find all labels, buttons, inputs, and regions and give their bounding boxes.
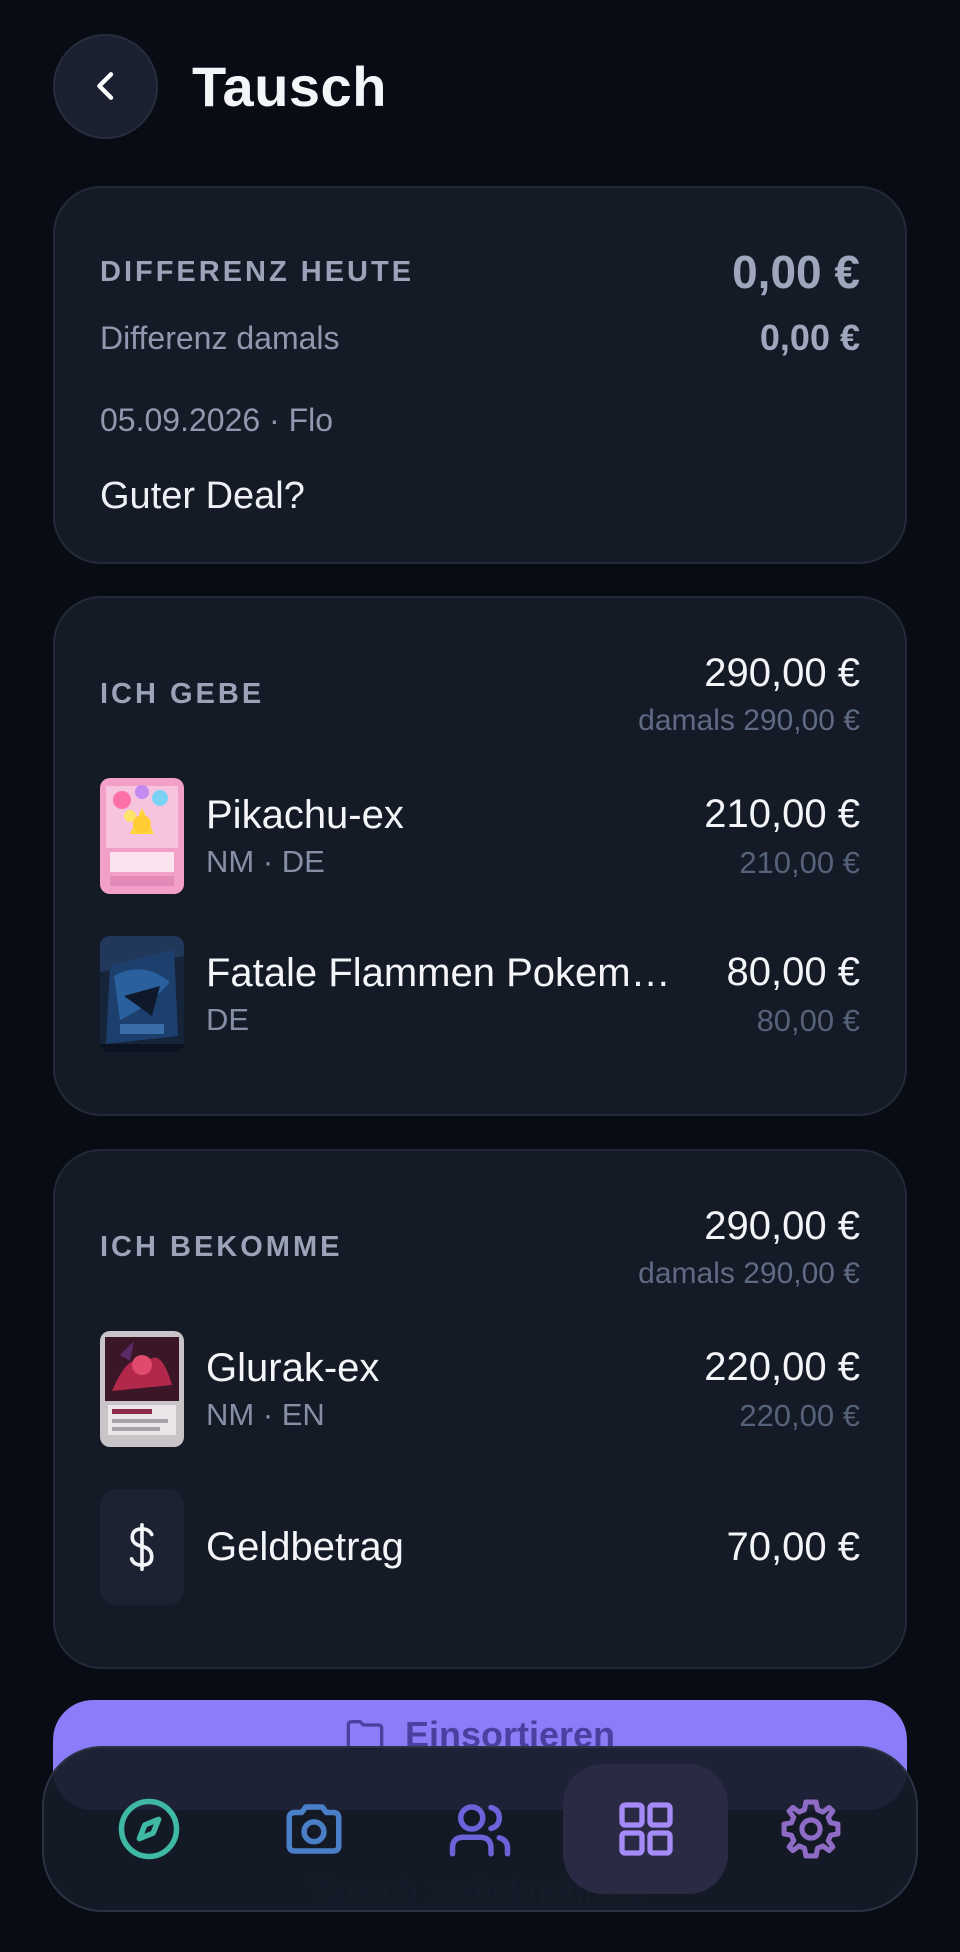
item-condition: NM · EN xyxy=(206,1396,325,1432)
get-section-label: ICH BEKOMME xyxy=(100,1230,343,1263)
dollar-icon xyxy=(100,1489,184,1605)
item-name: Pikachu-ex xyxy=(206,792,404,837)
diff-then-value: 0,00 € xyxy=(759,317,860,358)
give-section: ICH GEBE 290,00 € damals 290,00 € Pikach… xyxy=(53,596,907,1116)
tab-scan[interactable] xyxy=(232,1764,398,1894)
give-total-then: damals 290,00 € xyxy=(638,703,860,737)
tab-bar xyxy=(42,1746,918,1912)
item-name: Glurak-ex xyxy=(206,1345,380,1390)
item-price-then: 220,00 € xyxy=(739,1397,860,1433)
get-total-then: damals 290,00 € xyxy=(638,1256,860,1290)
card-thumbnail xyxy=(100,778,184,894)
chevron-left-icon xyxy=(96,72,113,100)
get-section: ICH BEKOMME 290,00 € damals 290,00 € Glu… xyxy=(53,1149,907,1669)
item-language: DE xyxy=(206,1001,250,1037)
item-price: 220,00 € xyxy=(704,1344,860,1389)
list-item[interactable]: Glurak-ex NM · EN 220,00 € 220,00 € xyxy=(100,1331,860,1447)
product-thumbnail xyxy=(100,936,184,1052)
compass-icon xyxy=(118,1798,180,1860)
difference-card: DIFFERENZ HEUTE 0,00 € Differenz damals … xyxy=(53,186,907,564)
diff-today-label: DIFFERENZ HEUTE xyxy=(100,255,415,288)
money-label: Geldbetrag xyxy=(206,1524,404,1569)
users-icon xyxy=(449,1804,511,1857)
item-name: Fatale Flammen Pokem… xyxy=(206,950,671,995)
get-total-value: 290,00 € xyxy=(704,1203,860,1248)
trade-date-partner: 05.09.2026 · Flo xyxy=(100,401,334,438)
tab-collection[interactable] xyxy=(562,1764,729,1894)
back-button[interactable] xyxy=(53,33,158,139)
list-item[interactable]: Fatale Flammen Pokem… DE 80,00 € 80,00 € xyxy=(100,936,860,1052)
diff-then-label: Differenz damals xyxy=(100,319,340,356)
item-condition: NM · DE xyxy=(206,843,325,879)
item-price: 210,00 € xyxy=(704,791,860,836)
tab-friends[interactable] xyxy=(397,1764,563,1894)
grid-icon xyxy=(618,1802,673,1856)
item-price-then: 210,00 € xyxy=(739,844,860,880)
give-total: 290,00 € damals 290,00 € xyxy=(638,651,860,738)
item-price-then: 80,00 € xyxy=(756,1002,860,1038)
header: Tausch xyxy=(53,33,387,139)
camera-icon xyxy=(286,1804,342,1854)
money-item[interactable]: Geldbetrag 70,00 € xyxy=(100,1489,860,1605)
give-total-value: 290,00 € xyxy=(704,650,860,695)
get-total: 290,00 € damals 290,00 € xyxy=(638,1204,860,1291)
tab-settings[interactable] xyxy=(728,1764,894,1894)
trade-note: Guter Deal? xyxy=(100,474,305,517)
money-amount: 70,00 € xyxy=(726,1524,860,1569)
diff-today-value: 0,00 € xyxy=(732,246,860,298)
tab-discover[interactable] xyxy=(66,1764,232,1894)
list-item[interactable]: Pikachu-ex NM · DE 210,00 € 210,00 € xyxy=(100,778,860,894)
gear-icon xyxy=(781,1799,841,1859)
card-thumbnail xyxy=(100,1331,184,1447)
give-section-label: ICH GEBE xyxy=(100,677,265,710)
item-price: 80,00 € xyxy=(726,949,860,994)
page-title: Tausch xyxy=(192,54,387,118)
